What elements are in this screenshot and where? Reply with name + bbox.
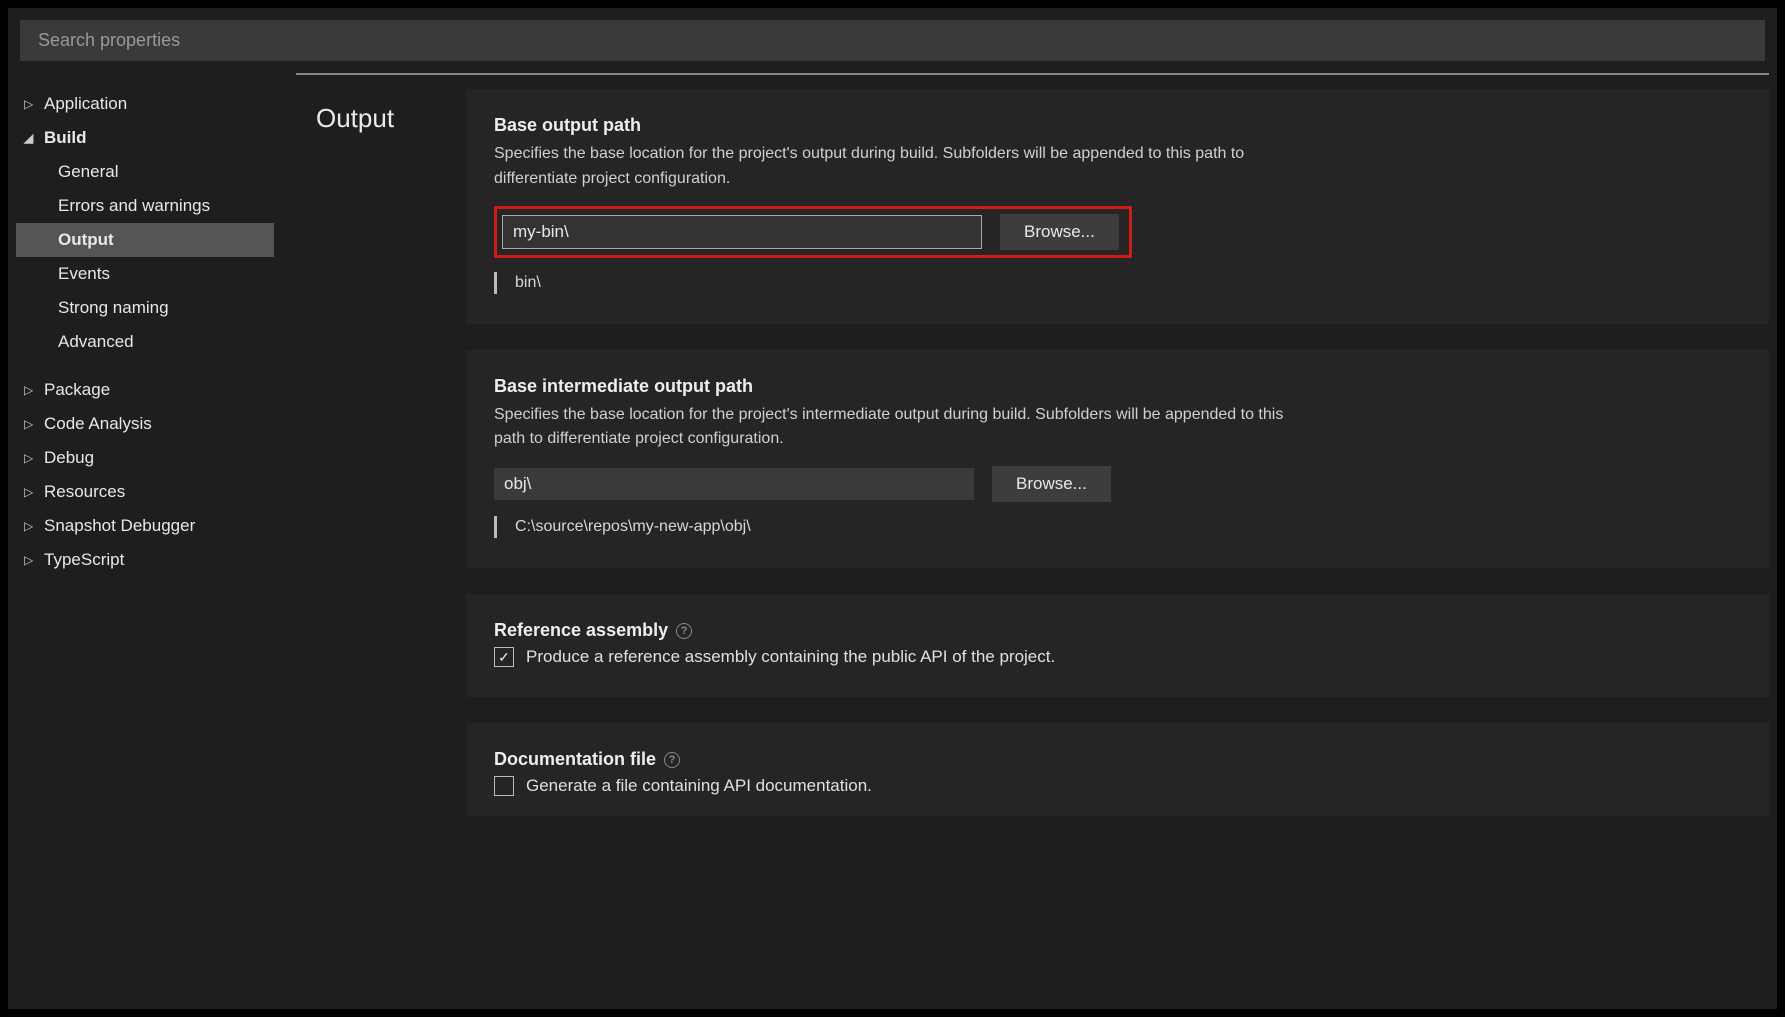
help-icon[interactable]: ?: [676, 623, 692, 639]
reference-assembly-block: Reference assembly ? ✓ Produce a referen…: [466, 594, 1769, 697]
base-output-browse-button[interactable]: Browse...: [1000, 214, 1119, 250]
documentation-title-text: Documentation file: [494, 749, 656, 770]
sidebar-item-errors-warnings[interactable]: Errors and warnings: [16, 189, 296, 223]
documentation-block: Documentation file ? Generate a file con…: [466, 723, 1769, 816]
help-icon[interactable]: ?: [664, 752, 680, 768]
base-output-input[interactable]: [502, 215, 982, 249]
intermediate-title: Base intermediate output path: [494, 376, 1741, 397]
chevron-right-icon: ▷: [24, 451, 40, 465]
intermediate-desc: Specifies the base location for the proj…: [494, 403, 1314, 453]
reference-assembly-checkbox-row[interactable]: ✓ Produce a reference assembly containin…: [494, 647, 1741, 667]
sidebar-item-label: General: [58, 162, 118, 182]
documentation-checkbox[interactable]: [494, 776, 514, 796]
base-output-title: Base output path: [494, 115, 1741, 136]
sidebar-item-general[interactable]: General: [16, 155, 296, 189]
sidebar-item-label: Debug: [44, 448, 94, 468]
content: Output Base output path Specifies the ba…: [296, 73, 1769, 842]
base-output-block: Base output path Specifies the base loca…: [466, 89, 1769, 324]
sidebar-item-debug[interactable]: ▷ Debug: [16, 441, 296, 475]
documentation-checkbox-label: Generate a file containing API documenta…: [526, 776, 872, 796]
sidebar-item-label: Snapshot Debugger: [44, 516, 195, 536]
sidebar-item-label: Errors and warnings: [58, 196, 210, 216]
search-bar: [20, 20, 1765, 61]
sidebar: ▷ Application ◢ Build General Errors and…: [16, 73, 296, 842]
sidebar-item-label: Output: [58, 230, 114, 250]
sidebar-item-label: Strong naming: [58, 298, 169, 318]
chevron-right-icon: ▷: [24, 553, 40, 567]
page-title: Output: [296, 75, 466, 842]
sidebar-item-advanced[interactable]: Advanced: [16, 325, 296, 359]
sidebar-item-label: TypeScript: [44, 550, 124, 570]
sidebar-item-label: Events: [58, 264, 110, 284]
main-area: ▷ Application ◢ Build General Errors and…: [8, 73, 1777, 842]
sidebar-item-label: Advanced: [58, 332, 134, 352]
chevron-right-icon: ▷: [24, 519, 40, 533]
sidebar-item-output[interactable]: Output: [16, 223, 274, 257]
reference-assembly-title: Reference assembly ?: [494, 620, 1741, 641]
base-output-desc: Specifies the base location for the proj…: [494, 142, 1314, 192]
intermediate-input[interactable]: [494, 468, 974, 500]
sidebar-item-label: Code Analysis: [44, 414, 152, 434]
base-output-hint: bin\: [494, 272, 1741, 294]
sidebar-item-typescript[interactable]: ▷ TypeScript: [16, 543, 296, 577]
intermediate-block: Base intermediate output path Specifies …: [466, 350, 1769, 569]
reference-assembly-checkbox-label: Produce a reference assembly containing …: [526, 647, 1055, 667]
chevron-right-icon: ▷: [24, 383, 40, 397]
reference-assembly-title-text: Reference assembly: [494, 620, 668, 641]
reference-assembly-checkbox[interactable]: ✓: [494, 647, 514, 667]
sidebar-item-events[interactable]: Events: [16, 257, 296, 291]
intermediate-hint: C:\source\repos\my-new-app\obj\: [494, 516, 1741, 538]
sidebar-item-snapshot-debugger[interactable]: ▷ Snapshot Debugger: [16, 509, 296, 543]
documentation-title: Documentation file ?: [494, 749, 1741, 770]
intermediate-browse-button[interactable]: Browse...: [992, 466, 1111, 502]
sidebar-item-label: Application: [44, 94, 127, 114]
sidebar-item-label: Build: [44, 128, 87, 148]
sidebar-item-label: Package: [44, 380, 110, 400]
sidebar-item-resources[interactable]: ▷ Resources: [16, 475, 296, 509]
base-output-row: Browse...: [494, 206, 1132, 258]
sidebar-item-strong-naming[interactable]: Strong naming: [16, 291, 296, 325]
sidebar-item-code-analysis[interactable]: ▷ Code Analysis: [16, 407, 296, 441]
chevron-right-icon: ▷: [24, 417, 40, 431]
search-input[interactable]: [38, 30, 1747, 51]
chevron-right-icon: ▷: [24, 97, 40, 111]
settings-panel: Base output path Specifies the base loca…: [466, 75, 1769, 842]
sidebar-item-package[interactable]: ▷ Package: [16, 373, 296, 407]
documentation-checkbox-row[interactable]: Generate a file containing API documenta…: [494, 776, 1741, 796]
sidebar-item-label: Resources: [44, 482, 125, 502]
intermediate-row: Browse...: [494, 466, 1741, 502]
sidebar-item-build[interactable]: ◢ Build: [16, 121, 296, 155]
chevron-right-icon: ▷: [24, 485, 40, 499]
sidebar-item-application[interactable]: ▷ Application: [16, 87, 296, 121]
chevron-down-icon: ◢: [24, 131, 40, 145]
